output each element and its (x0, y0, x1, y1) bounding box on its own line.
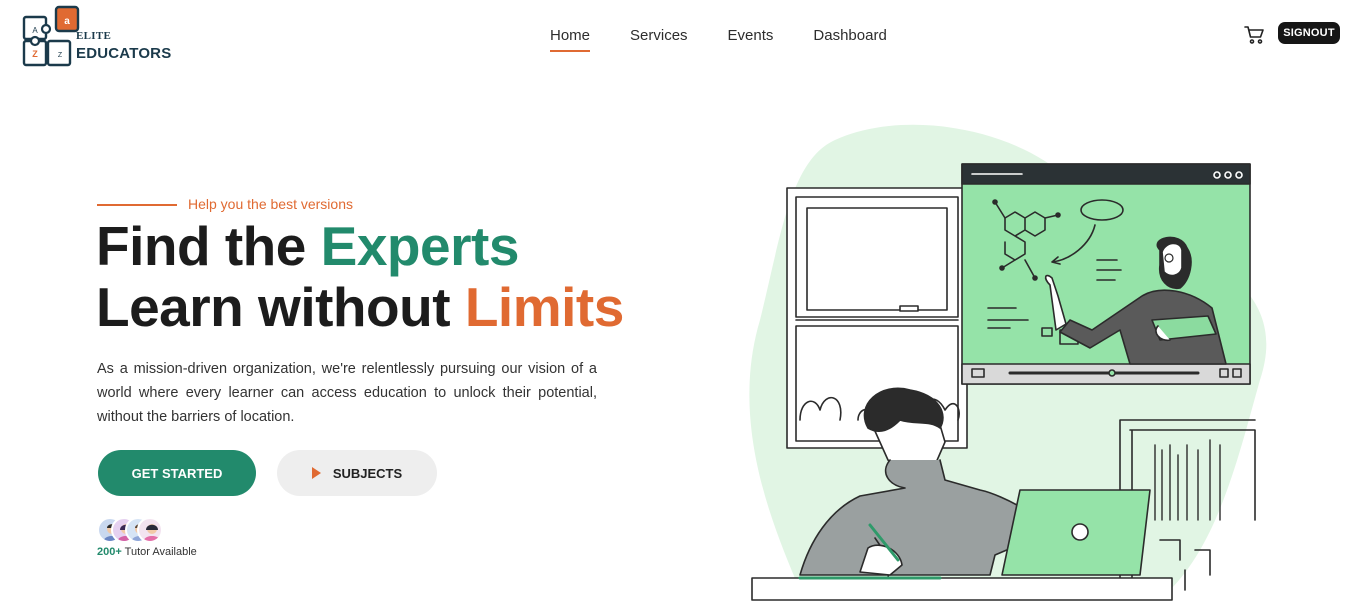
logo-tile-letter: a (64, 16, 70, 27)
logo-top-word: ELITE (76, 30, 112, 42)
brand-logo[interactable]: a A Z Z ELITE EDUCATORS (22, 5, 172, 69)
hero-tagline: Help you the best versions (188, 196, 353, 212)
headline-line2-text: Learn without (96, 276, 465, 338)
headline-highlight-limits: Limits (464, 276, 624, 338)
headline-highlight-experts: Experts (320, 215, 520, 277)
main-nav: Home Services Events Dashboard (550, 27, 887, 52)
tutor-count: 200+ (97, 546, 122, 558)
play-icon (311, 467, 321, 479)
hero-headline: Find the Experts Learn without Limits (96, 216, 624, 338)
puzzle-logo-icon: a A Z Z (22, 5, 80, 67)
nav-services[interactable]: Services (630, 27, 688, 44)
logo-tile-letter: Z (58, 52, 63, 59)
nav-home[interactable]: Home (550, 27, 591, 52)
headline-line1-text: Find the (96, 215, 321, 277)
nav-dashboard[interactable]: Dashboard (813, 27, 886, 44)
subjects-button[interactable]: SUBJECTS (277, 450, 437, 496)
logo-tile-letter: Z (32, 49, 38, 59)
hero-description: As a mission-driven organization, we're … (97, 361, 597, 425)
signout-button[interactable]: SIGNOUT (1278, 22, 1340, 44)
get-started-button[interactable]: GET STARTED (98, 450, 256, 496)
logo-bottom-word: EDUCATORS (76, 45, 172, 62)
avatar (137, 517, 163, 543)
cart-icon[interactable] (1244, 24, 1266, 46)
tutor-availability: 200+ Tutor Available (97, 546, 197, 558)
logo-tile-letter: A (32, 26, 38, 35)
hero-illustration (740, 120, 1300, 609)
tutor-label: Tutor Available (124, 546, 197, 558)
tagline-divider (97, 204, 177, 206)
tutor-avatars (97, 517, 167, 545)
nav-events[interactable]: Events (728, 27, 774, 44)
subjects-button-label: SUBJECTS (332, 465, 403, 481)
